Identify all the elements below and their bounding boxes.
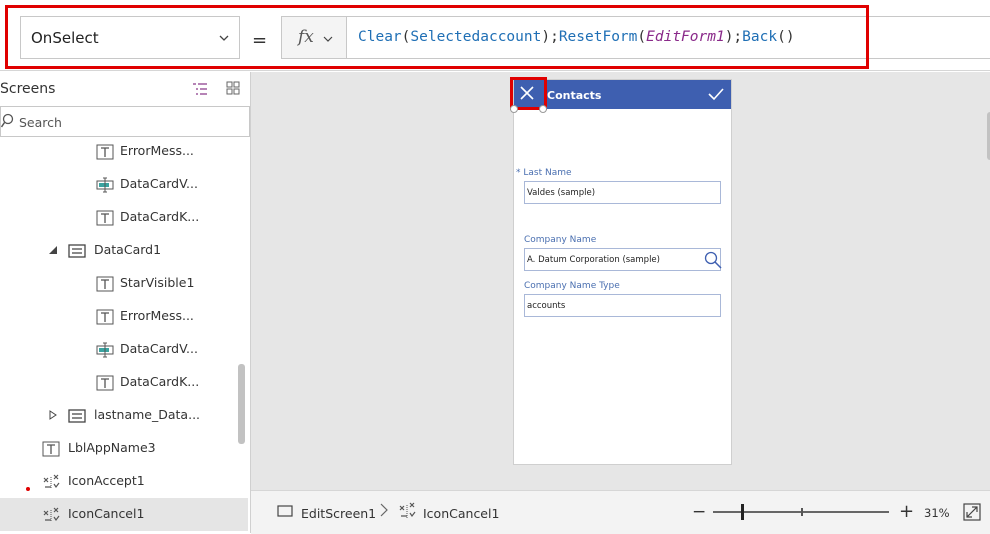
required-mark: * (516, 168, 521, 178)
icon-control-icon (43, 507, 60, 522)
label-control-icon (42, 441, 60, 457)
tree-item-label: StarVisible1 (120, 275, 195, 290)
tree-item[interactable]: LblAppName3 (0, 432, 248, 465)
company-name-type-field[interactable]: accounts (524, 294, 721, 317)
tree-item-label: ErrorMess... (120, 308, 194, 323)
tree-scrollbar[interactable] (238, 364, 245, 444)
label-control-icon (96, 144, 114, 160)
zoom-slider-thumb[interactable] (741, 504, 744, 520)
tree-item-label: IconAccept1 (68, 473, 145, 488)
search-icon (1, 113, 14, 128)
tree-item[interactable]: IconAccept1 (0, 465, 248, 498)
tree-item-label: DataCardK... (120, 209, 200, 224)
tree-item-selected[interactable]: IconCancel1 (0, 498, 248, 531)
zoom-in-button[interactable]: + (899, 501, 914, 522)
tree-item-label: DataCardV... (120, 341, 198, 356)
tree-view-panel: Screens Search ErrorMess... DataCardV...… (0, 72, 251, 533)
fit-to-window-icon[interactable] (963, 503, 981, 521)
icon-control-icon (399, 502, 416, 519)
expand-arrow-icon[interactable] (48, 410, 58, 420)
tree-item[interactable]: DataCardK... (0, 201, 248, 234)
zoom-out-button[interactable]: − (692, 502, 706, 522)
company-name-field[interactable]: A. Datum Corporation (sample) (524, 248, 723, 271)
field-label-text: Last Name (523, 168, 572, 178)
tree-item-label: LblAppName3 (68, 440, 156, 455)
panel-title: Screens (0, 81, 56, 97)
tree-item-label: DataCardK... (120, 374, 200, 389)
label-control-icon (96, 309, 114, 325)
search-placeholder: Search (19, 115, 62, 130)
tree-item-label: ErrorMess... (120, 143, 194, 158)
screen-icon (277, 505, 293, 517)
grid-view-icon[interactable] (226, 81, 240, 95)
tree-item-label: DataCard1 (94, 242, 162, 257)
search-icon[interactable] (703, 250, 723, 270)
resize-handle[interactable] (539, 105, 547, 113)
field-value: accounts (527, 301, 566, 311)
breadcrumb-control[interactable]: IconCancel1 (423, 506, 499, 521)
tree-item[interactable]: lastname_Data... (0, 399, 248, 432)
field-label: Company Name (524, 235, 597, 245)
label-control-icon (96, 210, 114, 226)
resize-handle[interactable] (510, 105, 518, 113)
tree-item[interactable]: DataCardV... (0, 333, 248, 366)
tree-item-label: DataCardV... (120, 176, 198, 191)
tree-item-label: lastname_Data... (94, 407, 201, 422)
zoom-slider[interactable] (713, 504, 889, 520)
card-icon (68, 409, 86, 423)
formula-highlight-box (5, 5, 869, 69)
search-input[interactable]: Search (0, 106, 250, 137)
chevron-right-icon (380, 503, 388, 517)
tree-item[interactable]: ErrorMess... (0, 300, 248, 333)
field-value: Valdes (sample) (527, 188, 596, 198)
label-control-icon (96, 276, 114, 292)
tree-item-label: IconCancel1 (68, 506, 145, 521)
tree-item[interactable]: DataCardV... (0, 168, 248, 201)
text-input-icon (96, 177, 114, 193)
list-view-icon[interactable] (192, 82, 208, 96)
icon-control-icon (43, 474, 60, 489)
zoom-level: 31% (924, 506, 950, 520)
last-name-field[interactable]: Valdes (sample) (524, 181, 721, 204)
breadcrumb-screen[interactable]: EditScreen1 (301, 506, 376, 521)
tree-item[interactable]: StarVisible1 (0, 267, 248, 300)
field-label: Company Name Type (524, 281, 620, 291)
field-label: * Last Name (516, 168, 572, 178)
zoom-slider-tick (801, 508, 803, 516)
status-bar: EditScreen1 IconCancel1 − + 31% (251, 490, 990, 534)
text-input-icon (96, 342, 114, 358)
app-title: Contacts (547, 89, 602, 102)
error-marker (26, 487, 30, 491)
tree-item[interactable]: ErrorMess... (0, 135, 248, 168)
field-value: A. Datum Corporation (sample) (527, 255, 660, 265)
app-screen: Contacts * Last Name Valdes (sample) Com… (510, 77, 732, 465)
card-icon (68, 244, 86, 258)
tree-item[interactable]: DataCard1 (0, 234, 248, 267)
check-icon[interactable] (708, 87, 724, 101)
label-control-icon (96, 375, 114, 391)
collapse-arrow-icon[interactable] (48, 245, 58, 255)
design-canvas: Contacts * Last Name Valdes (sample) Com… (251, 72, 990, 490)
tree-item[interactable]: DataCardK... (0, 366, 248, 399)
